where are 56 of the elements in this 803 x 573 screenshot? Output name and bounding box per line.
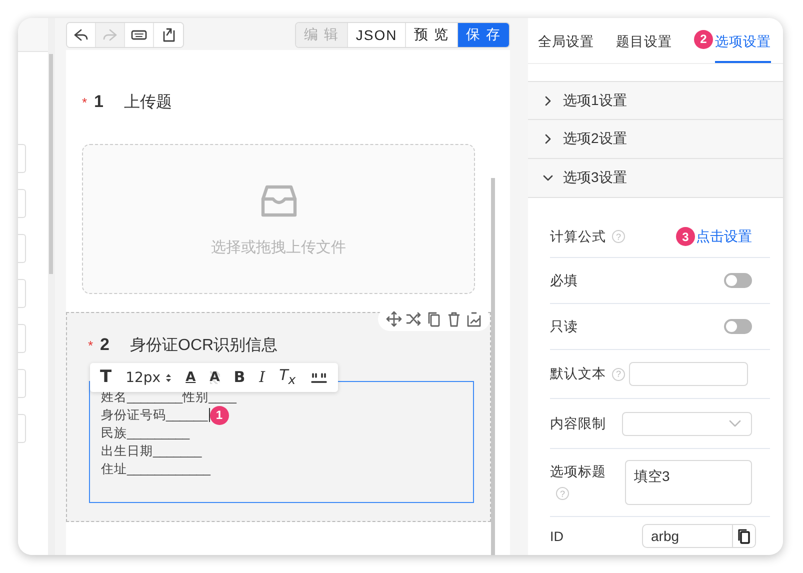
input-field[interactable]	[18, 324, 26, 353]
quote-icon[interactable]	[310, 370, 328, 384]
question-title: 上传题	[124, 92, 172, 113]
toggle-switch[interactable]	[724, 319, 752, 334]
field-label: 内容限制	[550, 414, 606, 432]
save-button[interactable]: 保 存	[457, 23, 509, 47]
field-label: 选项标题	[550, 463, 606, 481]
color-button[interactable]: A	[186, 371, 196, 384]
input-field[interactable]	[18, 369, 26, 398]
input-field[interactable]	[18, 414, 26, 443]
section-title: 选项3设置	[563, 169, 627, 188]
scrollbar[interactable]	[491, 178, 495, 555]
field-label: ID	[550, 528, 564, 544]
text-area[interactable]: 填空3	[625, 460, 752, 505]
setup-link[interactable]: 点击设置	[696, 228, 752, 246]
input-field[interactable]	[18, 234, 26, 263]
settings-tab[interactable]: 题目设置	[616, 32, 672, 63]
editor-line: 住址____________	[101, 461, 210, 478]
question-number: 2	[100, 335, 110, 355]
field-label: 只读	[550, 318, 578, 336]
field-label: 必填	[550, 272, 578, 290]
chevron-down-icon	[729, 420, 741, 428]
input-field[interactable]	[18, 144, 26, 173]
step-badge: 2	[694, 30, 713, 49]
shuffle-icon[interactable]	[406, 311, 422, 327]
move-icon[interactable]	[386, 311, 402, 327]
editor-line: 出生日期_______	[101, 443, 202, 460]
question-number: 1	[94, 92, 104, 112]
step-badge: 1	[210, 406, 229, 424]
section-title: 选项1设置	[563, 92, 627, 110]
settings-tab[interactable]: 选项设置	[715, 32, 771, 63]
required-mark: *	[88, 338, 94, 353]
collapse-header[interactable]: 选项3设置	[528, 159, 783, 198]
collapse-header[interactable]: 选项2设置	[528, 120, 783, 160]
delete-icon[interactable]	[446, 311, 462, 327]
editor-line: 身份证号码______	[101, 407, 208, 424]
input-field[interactable]	[18, 189, 26, 218]
sort-icon[interactable]	[164, 372, 172, 384]
field-label: 计算公式	[550, 228, 606, 246]
required-mark: *	[82, 95, 88, 110]
dropdown-field[interactable]	[622, 412, 752, 436]
field-label: 默认文本	[550, 365, 606, 383]
step-badge: 3	[676, 227, 695, 246]
editor-line: 民族_________	[101, 425, 190, 442]
highlight-button[interactable]: A	[210, 371, 220, 384]
question-title: 身份证OCR识别信息	[130, 336, 278, 356]
settings-tab[interactable]: 全局设置	[538, 32, 594, 63]
text-field[interactable]	[629, 362, 748, 386]
scrollbar[interactable]	[49, 54, 53, 274]
chart-icon[interactable]	[466, 311, 482, 327]
collapse-header[interactable]: 选项1设置	[528, 82, 783, 120]
copy-icon[interactable]	[426, 311, 442, 327]
upload-hint: 选择或拖拽上传文件	[211, 238, 346, 256]
section-title: 选项2设置	[563, 130, 627, 148]
input-field[interactable]	[18, 279, 26, 308]
toggle-switch[interactable]	[724, 273, 752, 288]
